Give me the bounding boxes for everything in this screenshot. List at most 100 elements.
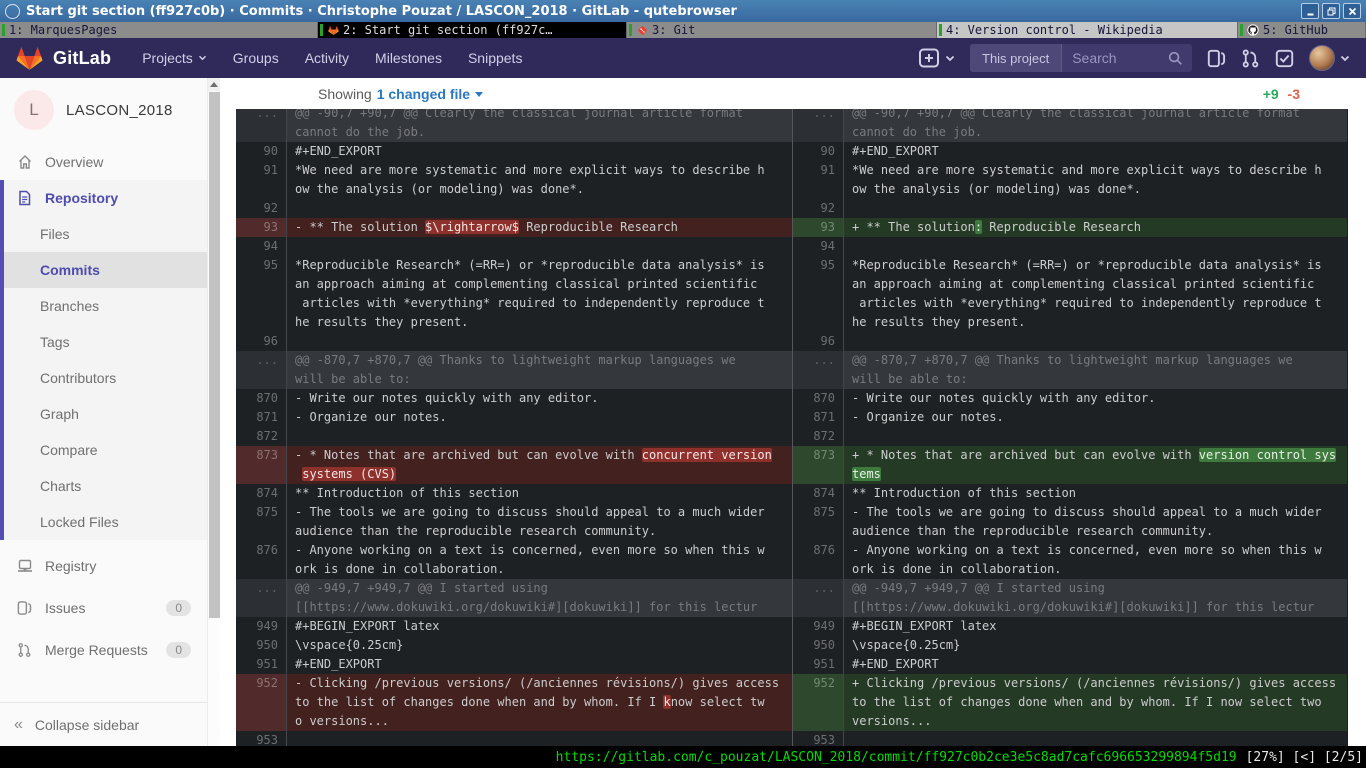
sidebar-item-merge-requests[interactable]: Merge Requests0 <box>0 632 207 668</box>
close-button[interactable] <box>1343 3 1361 19</box>
scrollbar-thumb[interactable] <box>209 92 220 618</box>
sidebar-item-contributors[interactable]: Contributors <box>4 360 207 396</box>
sidebar-item-issues[interactable]: Issues0 <box>0 590 207 626</box>
new-menu-button[interactable] <box>917 48 955 68</box>
count-badge: 0 <box>166 600 191 616</box>
sidebar-item-graph[interactable]: Graph <box>4 396 207 432</box>
code-line: \vspace{0.25cm} <box>287 636 792 655</box>
tab-label: 1: MarquesPages <box>9 23 117 37</box>
line-number[interactable]: 93 <box>793 218 844 237</box>
sidebar-item-commits[interactable]: Commits <box>4 252 207 288</box>
line-number[interactable]: 94 <box>236 237 287 256</box>
line-number[interactable]: 95 <box>236 256 287 332</box>
line-number[interactable]: 876 <box>236 541 287 579</box>
nav-item-groups[interactable]: Groups <box>220 38 292 78</box>
line-number[interactable]: 874 <box>793 484 844 503</box>
sidebar-scrollbar[interactable] <box>207 78 220 746</box>
sidebar-item-locked-files[interactable]: Locked Files <box>4 504 207 540</box>
line-number[interactable]: ... <box>236 579 287 617</box>
changed-files-dropdown[interactable]: 1 changed file <box>377 86 483 102</box>
line-number[interactable]: 873 <box>793 446 844 484</box>
sidebar-item-tags[interactable]: Tags <box>4 324 207 360</box>
line-number[interactable]: 951 <box>236 655 287 674</box>
container-registry-icon <box>16 559 33 573</box>
browser-tab-1[interactable]: 1: MarquesPages <box>0 22 318 38</box>
search-input[interactable]: Search <box>1062 50 1168 66</box>
sidebar-item-files[interactable]: Files <box>4 216 207 252</box>
line-number[interactable]: 875 <box>236 503 287 541</box>
browser-tab-5[interactable]: 5: GitHub <box>1238 22 1366 38</box>
search-box[interactable]: This project Search <box>970 44 1192 72</box>
maximize-button[interactable] <box>1322 3 1340 19</box>
line-number[interactable]: 876 <box>793 541 844 579</box>
browser-tab-3[interactable]: 3: Git <box>627 22 937 38</box>
line-number[interactable]: 874 <box>236 484 287 503</box>
line-number[interactable]: 92 <box>236 199 287 218</box>
line-number[interactable]: 875 <box>793 503 844 541</box>
nav-item-activity[interactable]: Activity <box>292 38 362 78</box>
line-number[interactable]: 90 <box>236 142 287 161</box>
todos-icon[interactable] <box>1275 49 1294 68</box>
github-favicon <box>1247 24 1259 36</box>
merge-request-icon[interactable] <box>1241 49 1260 68</box>
tab-indicator <box>1240 24 1243 36</box>
gitlab-logo[interactable]: GitLab <box>16 45 111 72</box>
tab-label: 3: Git <box>652 23 695 37</box>
line-number[interactable]: ... <box>236 109 287 142</box>
line-number[interactable]: 91 <box>793 161 844 199</box>
sidebar-item-registry[interactable]: Registry <box>0 548 207 584</box>
line-number[interactable]: ... <box>793 109 844 142</box>
project-sidebar: L LASCON_2018 Overview Repository FilesC… <box>0 78 220 746</box>
count-badge: 0 <box>166 642 191 658</box>
line-number[interactable]: 870 <box>236 389 287 408</box>
line-number[interactable]: 951 <box>793 655 844 674</box>
line-number[interactable]: 90 <box>793 142 844 161</box>
code-line <box>844 427 1347 446</box>
line-number[interactable]: 872 <box>236 427 287 446</box>
line-number[interactable]: 873 <box>236 446 287 484</box>
line-number[interactable]: 92 <box>793 199 844 218</box>
scrollbar-up-arrow[interactable] <box>208 78 220 91</box>
sidebar-item-charts[interactable]: Charts <box>4 468 207 504</box>
diff-row: 96 <box>236 332 792 351</box>
minimize-button[interactable] <box>1301 3 1319 19</box>
code-line: #+END_EXPORT <box>844 142 1347 161</box>
line-number[interactable]: 950 <box>793 636 844 655</box>
line-number[interactable]: 953 <box>793 731 844 746</box>
sidebar-item-overview[interactable]: Overview <box>0 144 207 180</box>
browser-tab-2[interactable]: 2: Start git section (ff927c… <box>318 22 627 38</box>
line-number[interactable]: 94 <box>793 237 844 256</box>
sidebar-item-compare[interactable]: Compare <box>4 432 207 468</box>
code-line <box>287 237 792 256</box>
diff-row: 91*We need are more systematic and more … <box>793 161 1347 199</box>
line-number[interactable]: 871 <box>236 408 287 427</box>
line-number[interactable]: 952 <box>793 674 844 731</box>
line-number[interactable]: ... <box>236 351 287 389</box>
line-number[interactable]: 950 <box>236 636 287 655</box>
project-header[interactable]: L LASCON_2018 <box>0 78 207 144</box>
line-number[interactable]: ... <box>793 351 844 389</box>
browser-tab-4[interactable]: 4: Version control - Wikipedia <box>937 22 1238 38</box>
line-number[interactable]: 872 <box>793 427 844 446</box>
nav-item-projects[interactable]: Projects <box>129 38 220 78</box>
line-number[interactable]: 953 <box>236 731 287 746</box>
issues-icon[interactable] <box>1207 49 1226 68</box>
line-number[interactable]: ... <box>793 579 844 617</box>
sidebar-item-branches[interactable]: Branches <box>4 288 207 324</box>
line-number[interactable]: 949 <box>793 617 844 636</box>
line-number[interactable]: 91 <box>236 161 287 199</box>
line-number[interactable]: 93 <box>236 218 287 237</box>
line-number[interactable]: 949 <box>236 617 287 636</box>
line-number[interactable]: 96 <box>793 332 844 351</box>
line-number[interactable]: 870 <box>793 389 844 408</box>
user-menu[interactable] <box>1309 45 1350 71</box>
sidebar-item-repository[interactable]: Repository <box>4 180 207 216</box>
nav-item-milestones[interactable]: Milestones <box>362 38 455 78</box>
line-number[interactable]: 871 <box>793 408 844 427</box>
side-by-side-diff: ...@@ -90,7 +90,7 @@ Clearly the classic… <box>236 109 1348 746</box>
line-number[interactable]: 96 <box>236 332 287 351</box>
nav-item-snippets[interactable]: Snippets <box>455 38 535 78</box>
line-number[interactable]: 952 <box>236 674 287 731</box>
line-number[interactable]: 95 <box>793 256 844 332</box>
collapse-sidebar-button[interactable]: « Collapse sidebar <box>0 702 207 746</box>
